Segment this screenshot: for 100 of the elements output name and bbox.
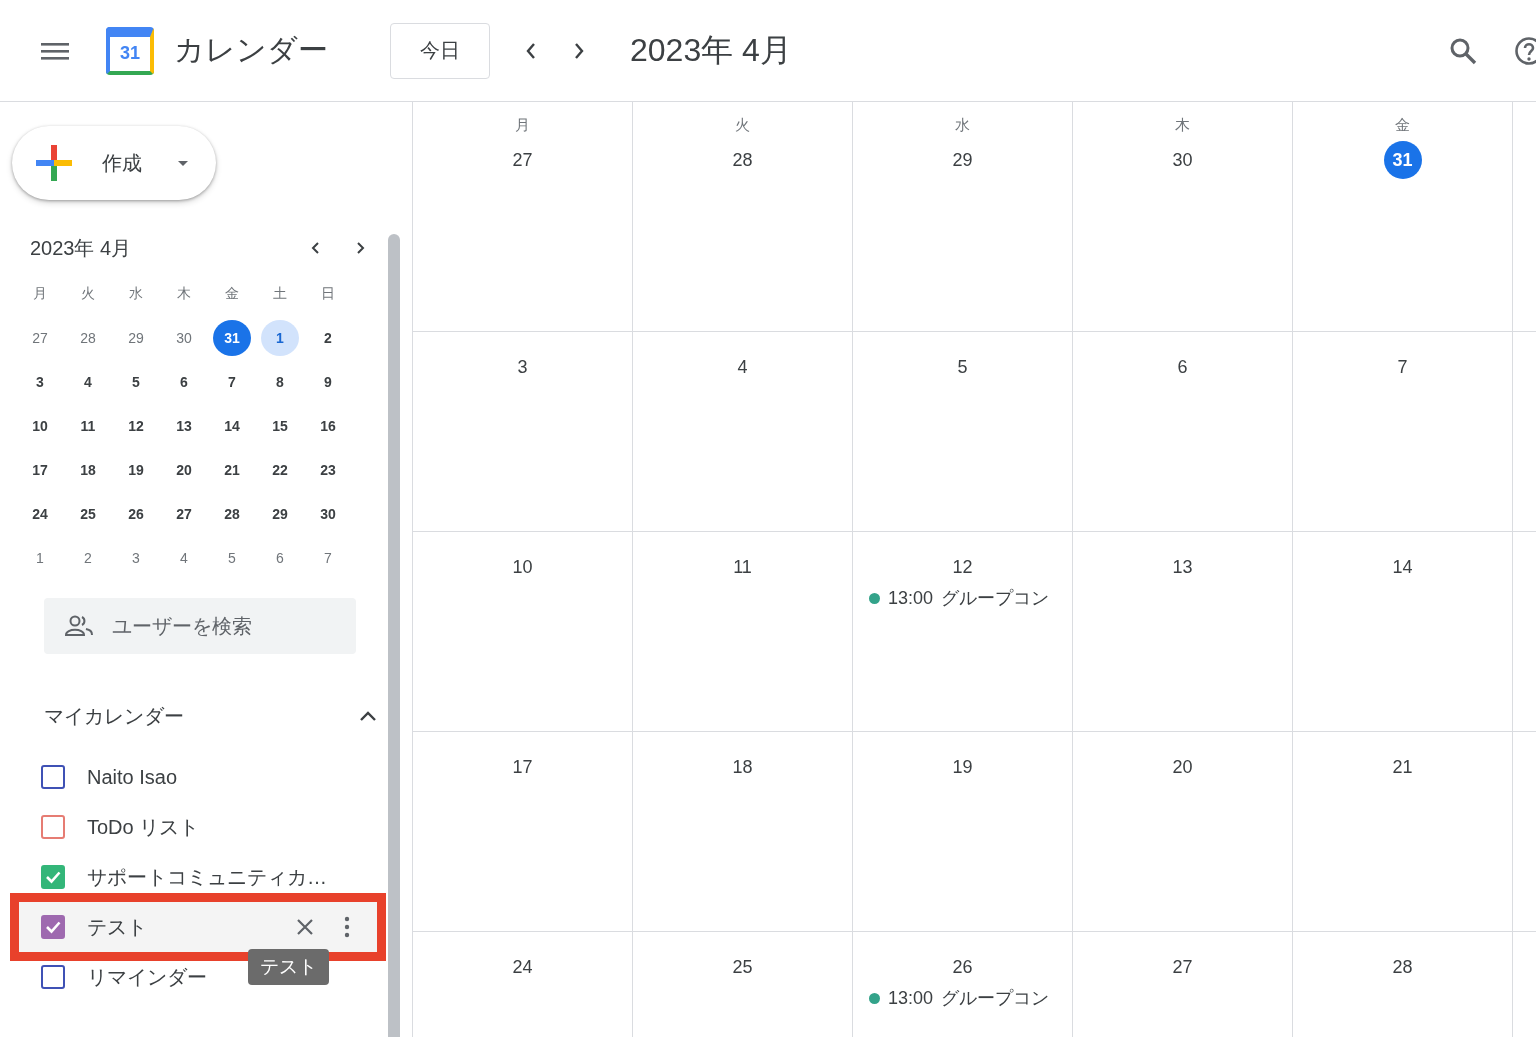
mini-calendar-day[interactable]: 19 — [117, 452, 155, 488]
event-item[interactable]: 13:00 グループコン — [861, 586, 1064, 610]
mini-calendar-day[interactable]: 31 — [213, 320, 251, 356]
mini-calendar-day[interactable]: 6 — [165, 364, 203, 400]
date-number[interactable]: 21 — [1383, 748, 1422, 786]
date-number[interactable]: 26 — [943, 948, 982, 986]
mini-calendar-day[interactable]: 24 — [21, 496, 59, 532]
date-number[interactable]: 13 — [1163, 548, 1202, 586]
mini-calendar-day[interactable]: 27 — [21, 320, 59, 356]
date-number[interactable]: 17 — [503, 748, 542, 786]
mini-calendar-day[interactable]: 30 — [165, 320, 203, 356]
close-icon[interactable] — [295, 917, 315, 937]
today-button[interactable]: 今日 — [390, 22, 490, 79]
mini-calendar-day[interactable]: 28 — [69, 320, 107, 356]
date-number[interactable]: 27 — [503, 141, 542, 179]
chevron-up-icon — [358, 709, 378, 723]
mini-calendar-day[interactable]: 7 — [213, 364, 251, 400]
weekday-label: 火 — [735, 116, 750, 135]
date-number[interactable]: 24 — [503, 948, 542, 986]
date-number[interactable]: 18 — [723, 748, 762, 786]
weekday-label: 月 — [32, 284, 48, 303]
mini-calendar-day[interactable]: 4 — [165, 540, 203, 576]
mini-calendar-day[interactable]: 27 — [165, 496, 203, 532]
mini-calendar-day[interactable]: 18 — [69, 452, 107, 488]
mini-calendar-day[interactable]: 14 — [213, 408, 251, 444]
mini-calendar-day[interactable]: 22 — [261, 452, 299, 488]
mini-calendar-title: 2023年 4月 — [30, 235, 132, 261]
date-number[interactable]: 28 — [723, 141, 762, 179]
mini-calendar-day[interactable]: 3 — [117, 540, 155, 576]
mini-calendar-day[interactable]: 21 — [213, 452, 251, 488]
mini-calendar-day[interactable]: 28 — [213, 496, 251, 532]
date-number[interactable]: 29 — [943, 141, 982, 179]
calendar-item[interactable]: リマインダー — [19, 952, 215, 1002]
mini-calendar-day[interactable]: 5 — [117, 364, 155, 400]
date-number[interactable]: 14 — [1383, 548, 1422, 586]
checkbox[interactable] — [41, 815, 65, 839]
calendar-item[interactable]: ToDo リスト — [19, 802, 208, 852]
weekday-label: 月 — [515, 116, 530, 135]
period-title: 2023年 4月 — [630, 30, 792, 70]
weekday-label: 水 — [955, 116, 970, 135]
mini-calendar-day[interactable]: 17 — [21, 452, 59, 488]
date-number[interactable]: 19 — [943, 748, 982, 786]
mini-calendar-day[interactable]: 13 — [165, 408, 203, 444]
date-number[interactable]: 10 — [503, 548, 542, 586]
tooltip: テスト — [248, 949, 329, 985]
help-icon — [1514, 35, 1536, 66]
checkbox[interactable] — [41, 965, 65, 989]
date-number[interactable]: 11 — [723, 548, 762, 586]
mini-calendar-day[interactable]: 7 — [309, 540, 347, 576]
mini-calendar-day[interactable]: 30 — [309, 496, 347, 532]
date-number[interactable]: 7 — [1383, 348, 1422, 386]
date-number[interactable]: 20 — [1163, 748, 1202, 786]
chevron-left-icon — [310, 240, 322, 256]
mini-calendar-day[interactable]: 10 — [21, 408, 59, 444]
mini-calendar-day[interactable]: 5 — [213, 540, 251, 576]
mini-calendar-day[interactable]: 23 — [309, 452, 347, 488]
mini-calendar-day[interactable]: 11 — [69, 408, 107, 444]
mini-calendar-day[interactable]: 29 — [261, 496, 299, 532]
date-number[interactable]: 30 — [1163, 141, 1202, 179]
date-number[interactable]: 25 — [723, 948, 762, 986]
checkbox[interactable] — [41, 765, 65, 789]
date-number[interactable]: 31 — [1383, 141, 1422, 179]
date-number[interactable]: 27 — [1163, 948, 1202, 986]
more-icon[interactable] — [343, 916, 351, 938]
caret-icon — [176, 158, 190, 168]
mini-calendar-day[interactable]: 9 — [309, 364, 347, 400]
mini-calendar-day[interactable]: 2 — [309, 320, 347, 356]
calendar-item[interactable]: サポートコミュニティカ… — [19, 852, 335, 902]
calendar-item[interactable]: Naito Isao — [19, 752, 186, 802]
mini-calendar-day[interactable]: 20 — [165, 452, 203, 488]
scrollbar[interactable] — [388, 234, 400, 1037]
mini-calendar-day[interactable]: 12 — [117, 408, 155, 444]
mini-calendar-day[interactable]: 25 — [69, 496, 107, 532]
section-title: マイカレンダー — [44, 703, 184, 729]
mini-calendar-day[interactable]: 26 — [117, 496, 155, 532]
date-number[interactable]: 4 — [723, 348, 762, 386]
date-number[interactable]: 5 — [943, 348, 982, 386]
mini-calendar-day[interactable]: 2 — [69, 540, 107, 576]
calendar-item[interactable]: テスト — [19, 902, 377, 952]
checkbox[interactable] — [41, 865, 65, 889]
date-number[interactable]: 6 — [1163, 348, 1202, 386]
checkbox[interactable] — [41, 915, 65, 939]
mini-calendar-day[interactable]: 3 — [21, 364, 59, 400]
date-number[interactable]: 28 — [1383, 948, 1422, 986]
mini-calendar-day[interactable]: 29 — [117, 320, 155, 356]
mini-calendar-day[interactable]: 8 — [261, 364, 299, 400]
mini-calendar-day[interactable]: 4 — [69, 364, 107, 400]
mini-calendar-day[interactable]: 15 — [261, 408, 299, 444]
chevron-right-icon — [354, 240, 366, 256]
date-number[interactable]: 12 — [943, 548, 982, 586]
mini-calendar-day[interactable]: 1 — [261, 320, 299, 356]
mini-calendar-day[interactable]: 16 — [309, 408, 347, 444]
people-icon — [64, 614, 94, 638]
create-button[interactable]: 作成 — [12, 126, 216, 200]
event-item[interactable]: 13:00 グループコン — [861, 986, 1064, 1010]
date-number[interactable]: 3 — [503, 348, 542, 386]
mini-calendar-day[interactable]: 1 — [21, 540, 59, 576]
mini-calendar-day[interactable]: 6 — [261, 540, 299, 576]
people-search-field[interactable]: ユーザーを検索 — [44, 598, 356, 654]
plus-icon — [34, 143, 74, 183]
